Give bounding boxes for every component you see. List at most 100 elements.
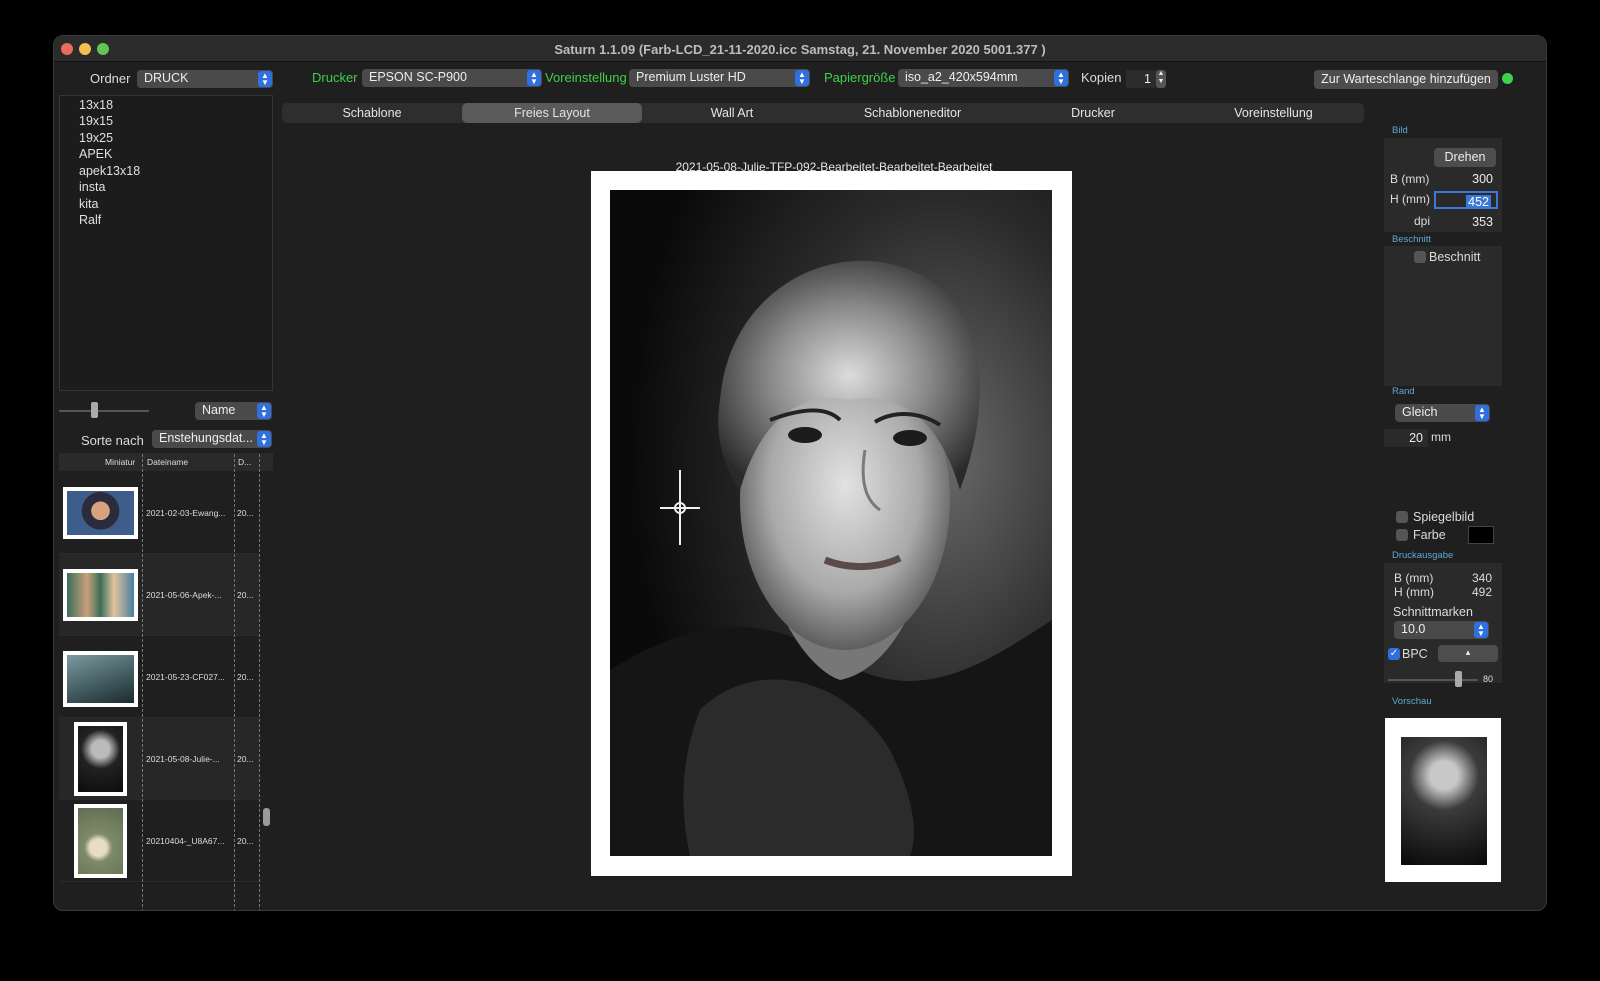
column-divider [234, 454, 235, 910]
file-thumbnail [63, 487, 138, 539]
output-height-label: H (mm) [1394, 585, 1434, 599]
tab-free-layout[interactable]: Freies Layout [462, 103, 642, 123]
tab-template[interactable]: Schablone [282, 103, 462, 123]
copies-field[interactable]: 1 [1126, 70, 1156, 88]
margin-field[interactable]: 20 [1384, 429, 1428, 447]
margin-section-title: Rand [1392, 386, 1415, 397]
paper-size-label: Papiergröße [824, 70, 896, 85]
print-preview [1385, 718, 1501, 882]
file-row[interactable]: 2021-05-23-CF027... 20... [59, 636, 259, 718]
column-divider [142, 454, 143, 910]
folder-item[interactable]: 19x15 [79, 114, 113, 128]
height-field-value: 452 [1466, 195, 1491, 209]
cutmarks-popup[interactable]: 10.0 ▲ ▼ [1394, 621, 1489, 639]
output-height-value: 492 [1472, 585, 1493, 599]
portrait-image [610, 190, 1052, 856]
add-to-queue-button[interactable]: Zur Warteschlange hinzufügen [1314, 70, 1498, 89]
preset-label: Voreinstellung [545, 70, 627, 85]
dpi-label: dpi [1414, 214, 1431, 228]
portrait-photo[interactable] [610, 190, 1052, 856]
paper-size-popup[interactable]: iso_a2_420x594mm ▲ ▼ [898, 69, 1069, 87]
dpi-field[interactable]: 353 [1434, 213, 1498, 231]
bpc-label: BPC [1402, 647, 1428, 661]
crop-box [1384, 246, 1502, 386]
margin-unit: mm [1431, 430, 1451, 444]
file-name: 2021-05-23-CF027... [146, 672, 225, 682]
file-row[interactable]: 2021-05-08-Julie-... 20... [59, 718, 259, 800]
margin-mode-popup[interactable]: Gleich ▲ ▼ [1395, 404, 1490, 422]
output-width-label: B (mm) [1394, 571, 1434, 585]
sort-popup-value: Enstehungsdat... [159, 431, 253, 445]
file-thumbnail [63, 651, 138, 707]
file-thumbnail [63, 569, 138, 621]
column-header-filename[interactable]: Dateiname [147, 457, 188, 467]
mirror-checkbox[interactable] [1396, 511, 1408, 523]
folder-item[interactable]: 13x18 [79, 98, 113, 112]
file-row[interactable]: 2021-02-03-Ewang... 20... [59, 472, 259, 554]
file-date: 20... [237, 836, 254, 846]
folder-item[interactable]: kita [79, 197, 98, 211]
folder-item[interactable]: APEK [79, 147, 112, 161]
folder-item[interactable]: apek13x18 [79, 164, 140, 178]
output-section-title: Druckausgabe [1392, 550, 1454, 561]
popup-arrows-icon: ▲ ▼ [1474, 622, 1488, 638]
popup-arrows-icon: ▲ ▼ [257, 431, 271, 447]
folder-popup[interactable]: DRUCK ▲ ▼ [137, 70, 273, 88]
width-label: B (mm) [1390, 172, 1430, 186]
view-mode-popup-value: Name [202, 403, 236, 417]
width-field[interactable]: 300 [1434, 170, 1498, 188]
intensity-slider-track [1388, 679, 1478, 681]
file-name: 2021-02-03-Ewang... [146, 508, 226, 518]
folder-popup-value: DRUCK [144, 71, 189, 85]
ink-button[interactable]: ▴ [1438, 645, 1498, 662]
printer-popup[interactable]: EPSON SC-P900 ▲ ▼ [362, 69, 542, 87]
thumbnail-size-slider-track [59, 410, 149, 412]
crop-checkbox-label: Beschnitt [1429, 250, 1481, 264]
tab-wall-art[interactable]: Wall Art [642, 103, 822, 123]
file-row[interactable]: 2021-05-06-Apek-... 20... [59, 554, 259, 636]
tab-printer[interactable]: Drucker [1003, 103, 1183, 123]
printer-icon: ▴ [1465, 647, 1471, 657]
tab-template-editor[interactable]: Schabloneneditor [822, 103, 1003, 123]
popup-arrows-icon: ▲ ▼ [258, 71, 272, 87]
popup-arrows-icon: ▲ ▼ [1054, 70, 1068, 86]
file-row[interactable]: 20210404-_U8A67... 20... [59, 800, 259, 882]
folder-item[interactable]: 19x25 [79, 131, 113, 145]
title-bar: Saturn 1.1.09 (Farb-LCD_21-11-2020.icc S… [54, 36, 1546, 62]
preview-image [1401, 737, 1487, 865]
color-label: Farbe [1413, 528, 1446, 542]
column-header-date[interactable]: D... [238, 457, 251, 467]
printer-popup-value: EPSON SC-P900 [369, 70, 467, 84]
file-thumbnail [74, 804, 127, 878]
rotate-button[interactable]: Drehen [1434, 148, 1496, 167]
tab-preset[interactable]: Voreinstellung [1183, 103, 1364, 123]
folder-label: Ordner [90, 71, 131, 86]
view-mode-popup[interactable]: Name ▲ ▼ [195, 402, 272, 420]
file-date: 20... [237, 754, 254, 764]
intensity-slider-knob[interactable] [1455, 671, 1462, 687]
cutmarks-value: 10.0 [1401, 622, 1426, 636]
copies-stepper[interactable]: ▲ ▼ [1156, 70, 1166, 88]
folder-item[interactable]: Ralf [79, 213, 101, 227]
status-indicator [1502, 73, 1513, 84]
cutmarks-label: Schnittmarken [1393, 605, 1473, 619]
crop-checkbox[interactable] [1414, 251, 1426, 263]
tab-bar: Schablone Freies Layout Wall Art Schablo… [282, 103, 1364, 123]
folder-item[interactable]: insta [79, 180, 105, 194]
column-header-thumbnail[interactable]: Miniatur [105, 457, 135, 467]
thumbnail-size-slider-knob[interactable] [91, 402, 98, 418]
crop-section-title: Beschnitt [1392, 234, 1432, 245]
copies-label: Kopien [1081, 70, 1122, 85]
color-swatch[interactable] [1468, 526, 1494, 544]
sort-popup[interactable]: Enstehungsdat... ▲ ▼ [152, 430, 272, 448]
file-name: 20210404-_U8A67... [146, 836, 225, 846]
folder-list[interactable]: 13x18 19x15 19x25 APEK apek13x18 insta k… [59, 95, 273, 391]
file-name: 2021-05-08-Julie-... [146, 754, 220, 764]
preset-popup[interactable]: Premium Luster HD ▲ ▼ [629, 69, 810, 87]
bpc-checkbox[interactable]: ✓ [1388, 648, 1400, 660]
printer-label: Drucker [312, 70, 358, 85]
file-list-scrollbar[interactable] [263, 808, 270, 826]
height-field[interactable]: 452 [1434, 191, 1498, 209]
popup-arrows-icon: ▲ ▼ [527, 70, 541, 86]
color-checkbox[interactable] [1396, 529, 1408, 541]
